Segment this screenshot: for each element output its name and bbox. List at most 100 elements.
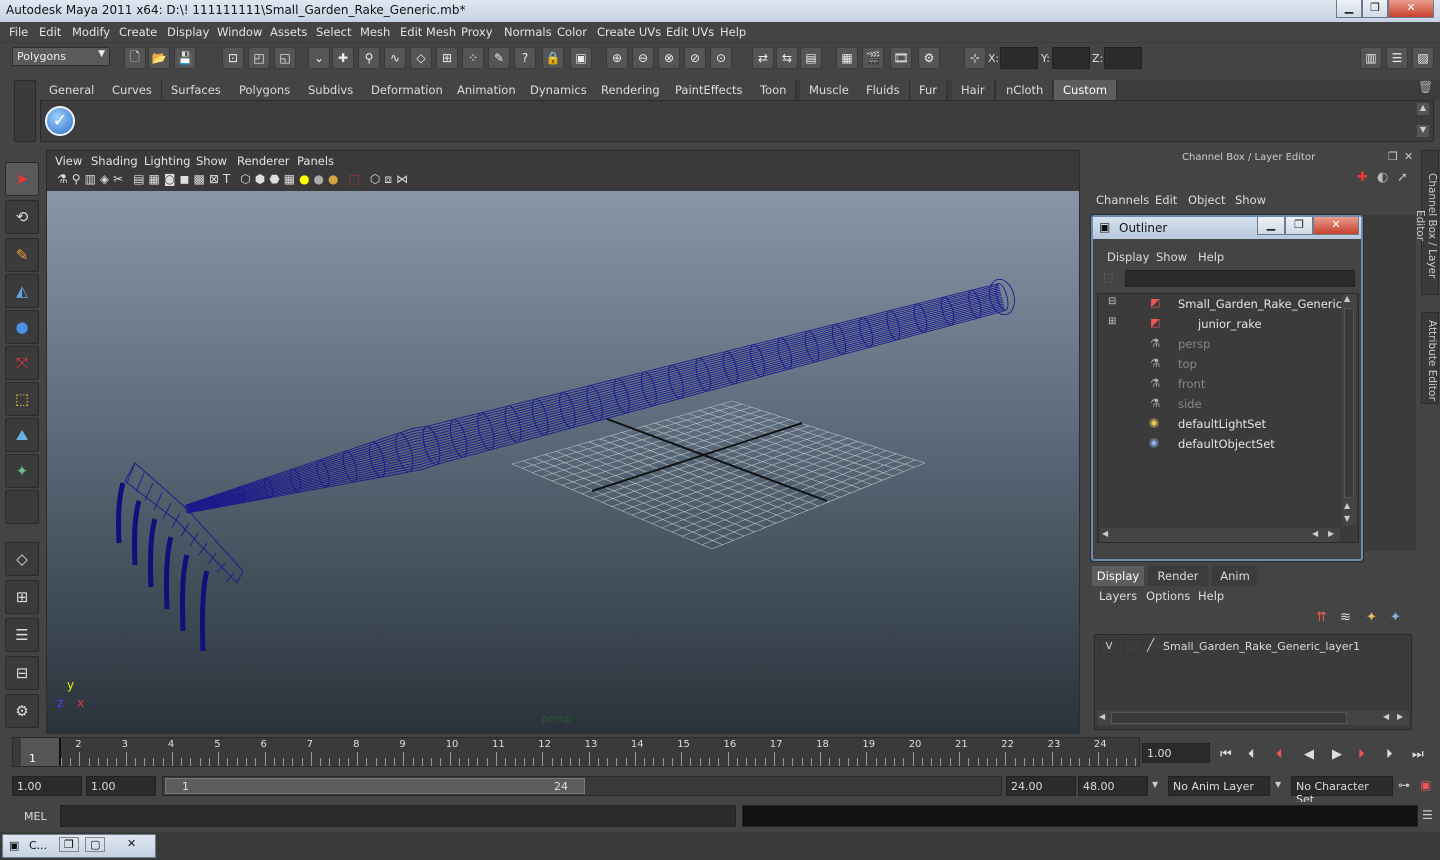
scroll-down-icon[interactable]: ▼: [1344, 514, 1350, 523]
collapse-icon[interactable]: ⊟: [1108, 296, 1116, 307]
outliner-vertical-scrollbar[interactable]: ▲ ▲ ▼: [1342, 294, 1356, 526]
range-bar-track[interactable]: 1 24: [162, 776, 1002, 796]
menu-assets[interactable]: Assets: [270, 25, 307, 39]
four-view-layout-icon[interactable]: ⊞: [5, 580, 39, 614]
prefs-icon[interactable]: ▣: [1420, 778, 1431, 792]
panel-menu-lighting[interactable]: Lighting: [144, 154, 190, 168]
shelf-tab-fur[interactable]: Fur: [910, 80, 948, 100]
shelf-scroll-down-icon[interactable]: ▼: [1417, 125, 1429, 137]
shelf-tab-toon[interactable]: Toon: [751, 80, 797, 100]
filter-icon[interactable]: ⬚: [1103, 271, 1113, 284]
snap-curve-icon[interactable]: ⊖: [632, 47, 654, 69]
construction-history-icon[interactable]: ▤: [800, 47, 822, 69]
layer-menu-layers[interactable]: Layers: [1099, 589, 1137, 603]
single-perspective-layout-icon[interactable]: ◇: [5, 542, 39, 576]
shelf-tab-ncloth[interactable]: nCloth: [997, 80, 1054, 100]
minimized-window[interactable]: ▣ C... ❐ ▢ ✕: [2, 834, 156, 858]
outliner-filter-field[interactable]: [1125, 270, 1355, 287]
textured-icon[interactable]: ▦: [284, 172, 295, 190]
new-layer-selected-icon[interactable]: ✦: [1390, 610, 1401, 625]
show-channel-box-icon[interactable]: ▥: [1360, 47, 1382, 69]
animation-start-field[interactable]: 1.00: [12, 776, 82, 796]
bookmark-icon[interactable]: ▥: [85, 172, 96, 190]
chevron-down-icon[interactable]: ▼: [1275, 780, 1281, 789]
close-button[interactable]: ✕: [1388, 0, 1434, 18]
mode-selector[interactable]: Polygons ▼: [12, 47, 110, 66]
lock-selection-icon[interactable]: 🔒: [542, 47, 564, 69]
two-d-pan-icon[interactable]: ✂: [113, 172, 123, 190]
z-field[interactable]: [1104, 47, 1142, 69]
universal-manipulator-icon[interactable]: ⬚: [5, 382, 39, 416]
outliner-menu-help[interactable]: Help: [1198, 250, 1224, 264]
last-tool-icon[interactable]: [5, 490, 39, 524]
menu-edit-uvs[interactable]: Edit UVs: [666, 25, 714, 39]
animation-end-field[interactable]: 48.00: [1078, 776, 1148, 796]
scroll-up-icon[interactable]: ▲: [1344, 294, 1350, 303]
outliner-layout-icon[interactable]: ☰: [5, 618, 39, 652]
layer-tab-display[interactable]: Display: [1092, 566, 1144, 586]
safe-action-icon[interactable]: ⊠: [209, 172, 219, 190]
shelf-scroll-up-icon[interactable]: ▲: [1417, 103, 1429, 115]
character-set-field[interactable]: No Character Set: [1291, 776, 1393, 806]
speed-icon[interactable]: ◐: [1377, 170, 1388, 185]
xray-joints-icon[interactable]: ⧈: [384, 172, 392, 190]
menu-create-uvs[interactable]: Create UVs: [597, 25, 661, 39]
go-to-end-icon[interactable]: ⏭: [1412, 747, 1424, 762]
maximize-button[interactable]: ❐: [1362, 0, 1388, 18]
menu-display[interactable]: Display: [167, 25, 209, 39]
maximize-icon[interactable]: ▢: [85, 837, 106, 852]
render-current-icon[interactable]: 🎬: [862, 47, 884, 69]
snap-view-plane-icon[interactable]: ⊘: [684, 47, 706, 69]
move-layer-up-icon[interactable]: ⇈: [1316, 610, 1327, 625]
hypershade-layout-icon[interactable]: ⚙: [5, 694, 39, 728]
layer-name[interactable]: Small_Garden_Rake_Generic_layer1: [1163, 640, 1360, 653]
gate-mask-icon[interactable]: ◼: [180, 172, 190, 190]
render-view-icon[interactable]: ▦: [836, 47, 858, 69]
outliner-item[interactable]: ◉ defaultLightSet: [1102, 414, 1338, 434]
highlight-selection-icon[interactable]: ▣: [570, 47, 592, 69]
select-hierarchy-icon[interactable]: ⊡: [222, 47, 244, 69]
outliner-item[interactable]: ⚗ side: [1102, 394, 1338, 414]
outliner-item[interactable]: ⚗ front: [1102, 374, 1338, 394]
current-time-field[interactable]: 1.00: [1142, 743, 1210, 763]
shelf-tab-hair[interactable]: Hair: [952, 80, 995, 100]
shelf-tab-dynamics[interactable]: Dynamics: [521, 80, 597, 100]
panel-menu-renderer[interactable]: Renderer: [237, 154, 290, 168]
time-slider[interactable]: 123456789101112131415161718192021222324 …: [0, 735, 1440, 771]
menu-window[interactable]: Window: [217, 25, 262, 39]
smooth-shade-icon[interactable]: ⬢: [255, 172, 265, 190]
camera-select-icon[interactable]: ⚗: [57, 172, 68, 190]
shelf-menu-handle[interactable]: [14, 80, 36, 142]
perspective-viewport[interactable]: y x z persp: [47, 191, 1079, 733]
wireframe-on-shaded-icon[interactable]: ⬣: [269, 172, 279, 190]
select-curves-icon[interactable]: ∿: [384, 47, 406, 69]
snap-grid-icon[interactable]: ⊕: [606, 47, 628, 69]
graph-editor-layout-icon[interactable]: ⊟: [5, 656, 39, 690]
panel-menu-show[interactable]: Show: [196, 154, 227, 168]
step-forward-key-icon[interactable]: ⏵: [1358, 747, 1365, 762]
hyper-icon[interactable]: ➚: [1397, 170, 1408, 185]
menu-create[interactable]: Create: [119, 25, 157, 39]
go-to-start-icon[interactable]: ⏮: [1220, 747, 1232, 762]
shelf-tab-muscle[interactable]: Muscle: [800, 80, 859, 100]
wireframe-icon[interactable]: ⬡: [240, 172, 250, 190]
close-panel-icon[interactable]: ✕: [1404, 150, 1413, 163]
outliner-minimize-button[interactable]: ▁: [1257, 217, 1285, 235]
menu-color[interactable]: Color: [557, 25, 587, 39]
select-object-icon[interactable]: ◰: [248, 47, 270, 69]
side-tab-channel-box[interactable]: Channel Box / Layer Editor: [1414, 150, 1439, 295]
shelf-tab-curves[interactable]: Curves: [103, 80, 162, 100]
film-gate-icon[interactable]: ▦: [149, 172, 160, 190]
history-icon[interactable]: ⇆: [776, 47, 798, 69]
move-layer-down-icon[interactable]: ≋: [1340, 610, 1351, 625]
manipulator-icon[interactable]: ✚: [1357, 170, 1368, 185]
menu-modify[interactable]: Modify: [72, 25, 110, 39]
play-backwards-icon[interactable]: ◀: [1304, 747, 1314, 762]
default-lighting-icon[interactable]: ●: [299, 172, 309, 190]
script-editor-icon[interactable]: ☰: [1422, 808, 1433, 822]
move-tool-icon[interactable]: ◭: [5, 274, 39, 308]
outliner-item[interactable]: ⊟ ◩ Small_Garden_Rake_Generic: [1102, 294, 1342, 314]
layer-scroll-thumb[interactable]: [1111, 712, 1347, 724]
layer-tab-render[interactable]: Render: [1148, 566, 1208, 586]
make-live-icon[interactable]: ⊙: [710, 47, 732, 69]
